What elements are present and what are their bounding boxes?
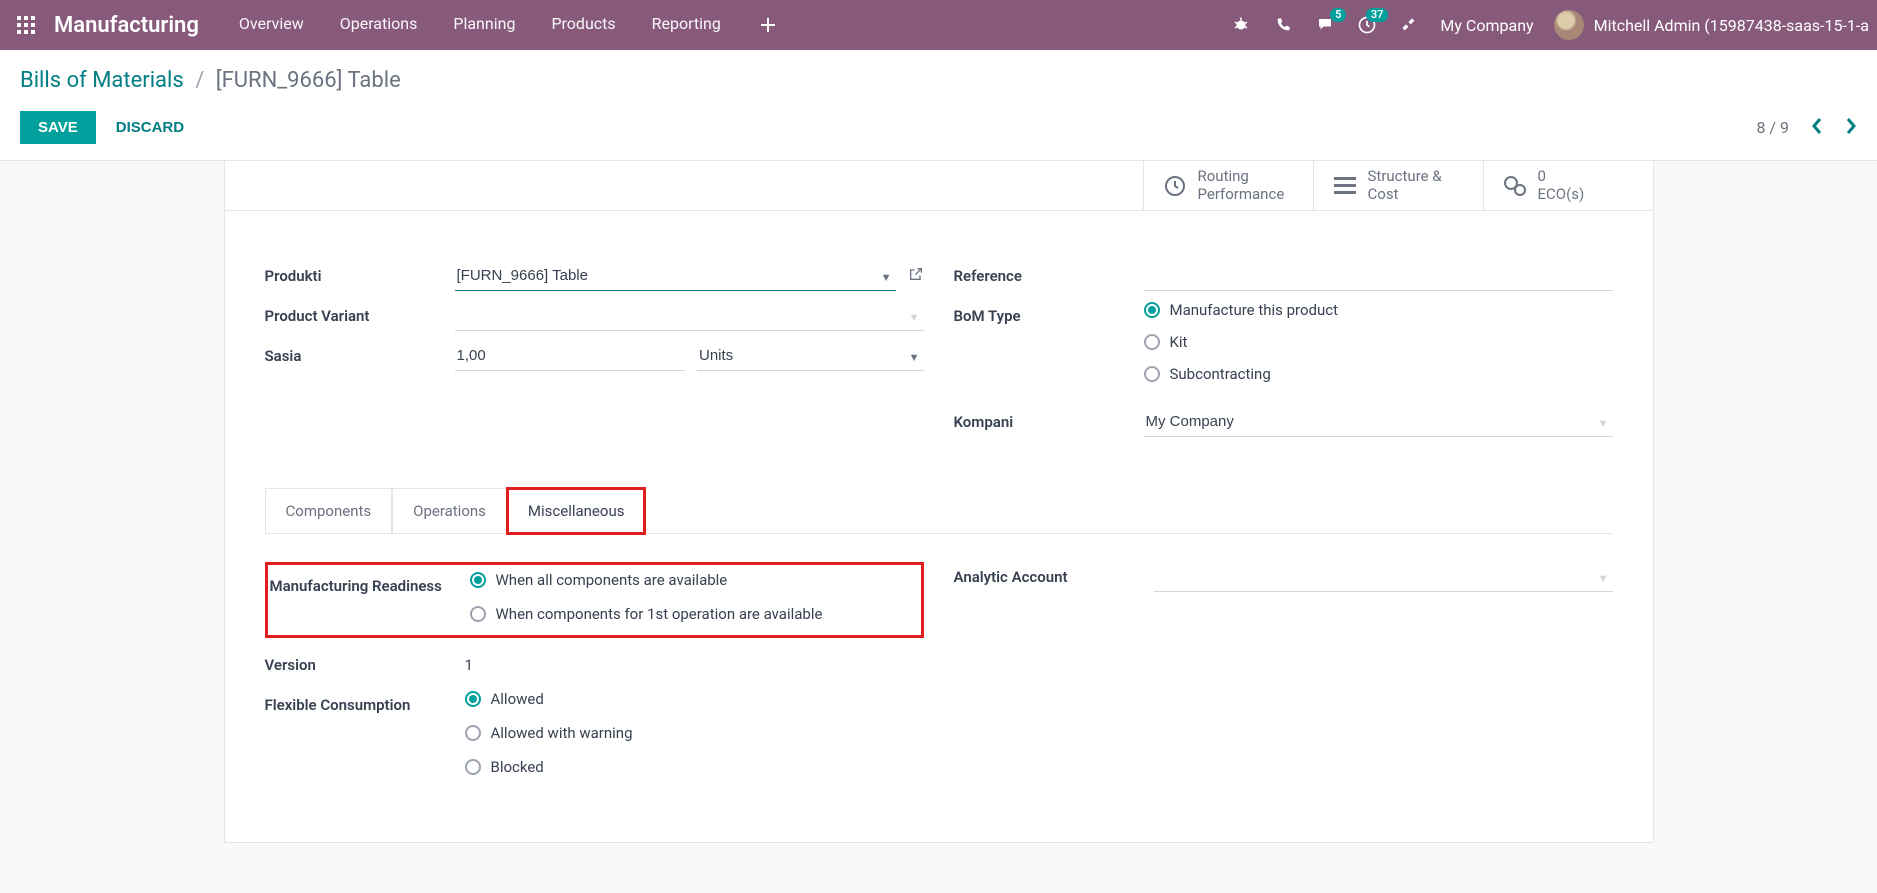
control-bar: Bills of Materials / [FURN_9666] Table S… [0,50,1877,161]
label-kompani: Kompani [954,407,1144,431]
cogs-icon [1502,173,1528,199]
bug-icon[interactable] [1230,14,1252,36]
pager-next[interactable] [1845,117,1857,139]
radio-label: Allowed with warning [491,724,633,742]
label-readiness: Manufacturing Readiness [270,571,470,595]
stat-structure-l1: Structure & [1368,168,1442,185]
input-produkti[interactable] [455,261,896,291]
label-flex: Flexible Consumption [265,690,465,714]
discard-button[interactable]: DISCARD [116,119,184,136]
menu-reporting[interactable]: Reporting [652,14,721,36]
breadcrumb: Bills of Materials / [FURN_9666] Table [20,68,1857,93]
stat-eco-label: ECO(s) [1538,186,1585,203]
radio-flex-allowed-warn[interactable]: Allowed with warning [465,724,924,742]
label-version: Version [265,650,465,674]
radio-label: When components for 1st operation are av… [496,605,823,623]
stat-row: Routing Performance Structure & Cost 0 [225,161,1653,211]
list-icon [1332,173,1358,199]
stat-routing-l1: Routing [1198,168,1285,185]
label-variant: Product Variant [265,301,455,325]
radio-dot-icon [470,572,486,588]
chat-icon[interactable]: 5 [1314,14,1336,36]
menu-operations[interactable]: Operations [340,14,418,36]
radio-dot-icon [465,691,481,707]
app-brand[interactable]: Manufacturing [54,13,199,38]
label-sasia: Sasia [265,341,455,365]
save-button[interactable]: SAVE [20,111,96,144]
radio-dot-icon [1144,302,1160,318]
input-analytic[interactable] [1154,562,1613,592]
label-bomtype: BoM Type [954,301,1144,325]
input-uom[interactable] [697,341,924,371]
avatar [1554,10,1584,40]
menu-overview[interactable]: Overview [239,14,304,36]
user-menu[interactable]: Mitchell Admin (15987438-saas-15-1-a [1554,10,1869,40]
stat-structure-cost[interactable]: Structure & Cost [1313,161,1483,210]
breadcrumb-sep: / [189,68,210,93]
stat-ecos[interactable]: 0 ECO(s) [1483,161,1653,210]
external-link-icon[interactable] [908,266,924,286]
pager-prev[interactable] [1811,117,1823,139]
phone-icon[interactable] [1272,14,1294,36]
breadcrumb-current: [FURN_9666] Table [216,68,401,93]
radio-dot-icon [1144,334,1160,350]
label-analytic: Analytic Account [954,562,1154,586]
radio-dot-icon [470,606,486,622]
company-switcher[interactable]: My Company [1440,16,1533,35]
menu-planning[interactable]: Planning [453,14,515,36]
radio-label: Blocked [491,758,544,776]
top-navbar: Manufacturing Overview Operations Planni… [0,0,1877,50]
radio-readiness-first-op[interactable]: When components for 1st operation are av… [470,605,919,623]
apps-icon[interactable] [8,7,44,43]
radio-label: Subcontracting [1170,365,1271,383]
input-reference[interactable] [1144,261,1613,291]
tools-icon[interactable] [1398,14,1420,36]
stat-routing-performance[interactable]: Routing Performance [1143,161,1313,210]
activity-clock-icon[interactable]: 37 [1356,14,1378,36]
radio-label: Kit [1170,333,1188,351]
tab-components[interactable]: Components [265,488,393,534]
label-reference: Reference [954,261,1144,285]
pager-text: 8 / 9 [1756,118,1789,137]
plus-icon[interactable] [757,14,779,36]
radio-dot-icon [465,725,481,741]
radio-flex-blocked[interactable]: Blocked [465,758,924,776]
stat-routing-l2: Performance [1198,186,1285,203]
chat-badge: 5 [1330,8,1346,22]
stat-eco-count: 0 [1538,168,1585,185]
clock-icon [1162,173,1188,199]
tab-miscellaneous[interactable]: Miscellaneous [507,488,646,534]
label-produkti: Produkti [265,261,455,285]
radio-bomtype-kit[interactable]: Kit [1144,333,1613,351]
input-kompani[interactable] [1144,407,1613,437]
tabs: Components Operations Miscellaneous [265,487,1613,534]
radio-label: Allowed [491,690,544,708]
radio-dot-icon [465,759,481,775]
value-version: 1 [465,650,473,680]
main-menu: Overview Operations Planning Products Re… [239,14,1231,36]
input-quantity[interactable] [455,341,686,371]
radio-label: When all components are available [496,571,728,589]
stat-structure-l2: Cost [1368,186,1442,203]
radio-bomtype-subcontracting[interactable]: Subcontracting [1144,365,1613,383]
radio-dot-icon [1144,366,1160,382]
menu-products[interactable]: Products [551,14,615,36]
clock-badge: 37 [1366,8,1389,22]
radio-readiness-all[interactable]: When all components are available [470,571,919,589]
breadcrumb-parent[interactable]: Bills of Materials [20,68,184,93]
radio-flex-allowed[interactable]: Allowed [465,690,924,708]
form-sheet: Routing Performance Structure & Cost 0 [224,161,1654,843]
radio-label: Manufacture this product [1170,301,1339,319]
input-variant[interactable] [455,301,924,331]
radio-bomtype-manufacture[interactable]: Manufacture this product [1144,301,1613,319]
user-name: Mitchell Admin (15987438-saas-15-1-a [1594,16,1869,35]
tab-operations[interactable]: Operations [392,488,507,534]
